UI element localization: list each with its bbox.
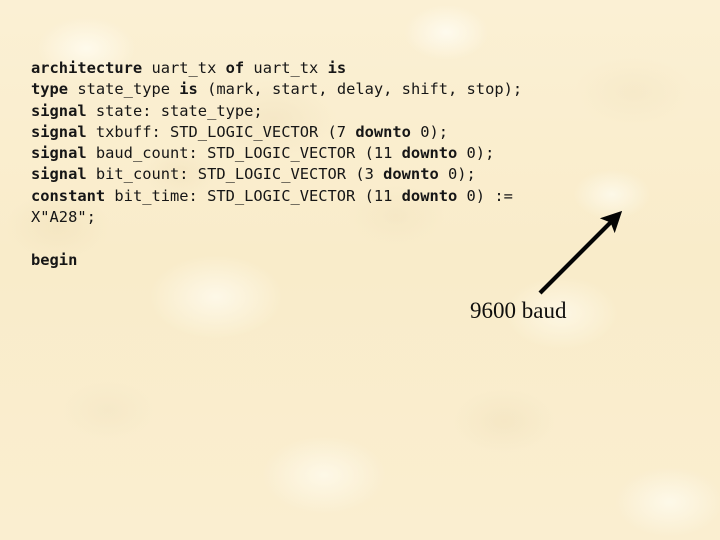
code-text: (mark, start, delay, shift, stop);: [197, 80, 523, 99]
slide-canvas: architecture uart_tx of uart_tx is type s…: [0, 0, 720, 540]
code-keyword: signal: [31, 144, 87, 163]
code-keyword: of: [225, 59, 245, 77]
code-text: state_type: [68, 80, 180, 99]
code-keyword: constant: [31, 186, 106, 205]
code-line: signal txbuff: STD_LOGIC_VECTOR (7 downt…: [31, 122, 522, 143]
code-text: state: state_type;: [86, 101, 263, 120]
code-line: signal bit_count: STD_LOGIC_VECTOR (3 do…: [31, 164, 522, 185]
code-keyword: is: [179, 80, 198, 99]
annotation-label-baud-rate: 9600 baud: [470, 298, 567, 323]
code-line: constant bit_time: STD_LOGIC_VECTOR (11 …: [31, 186, 522, 207]
code-keyword: type: [31, 80, 69, 99]
code-keyword: signal: [31, 122, 87, 141]
code-begin-keyword: begin: [31, 251, 78, 269]
code-text: 0);: [438, 165, 476, 184]
code-text: 0) :=: [457, 186, 513, 205]
code-keyword: downto: [401, 144, 458, 163]
code-line: architecture uart_tx of uart_tx is: [31, 58, 522, 79]
code-keyword: signal: [31, 165, 87, 184]
code-text: 0);: [410, 122, 449, 141]
arrow-up-right-icon: [538, 210, 623, 295]
code-text: X"A28";: [31, 208, 96, 227]
code-line: type state_type is (mark, start, delay, …: [31, 79, 522, 100]
code-text: bit_count: STD_LOGIC_VECTOR (3: [86, 165, 384, 184]
code-text: bit_time: STD_LOGIC_VECTOR (11: [105, 186, 402, 205]
code-line: signal state: state_type;: [31, 101, 522, 122]
code-text: txbuff: STD_LOGIC_VECTOR (7: [86, 122, 356, 141]
code-line: signal baud_count: STD_LOGIC_VECTOR (11 …: [31, 143, 522, 164]
code-keyword: downto: [355, 122, 411, 141]
code-text: baud_count: STD_LOGIC_VECTOR (11: [86, 144, 402, 163]
code-text: uart_tx: [142, 59, 226, 77]
code-keyword: downto: [383, 165, 439, 184]
code-keyword: signal: [31, 101, 87, 120]
vhdl-code-block: architecture uart_tx of uart_tx is type s…: [31, 58, 522, 228]
code-text: uart_tx: [244, 59, 328, 77]
code-line: X"A28";: [31, 207, 522, 228]
code-keyword: is: [327, 59, 347, 77]
code-keyword: downto: [401, 186, 458, 205]
code-keyword: architecture: [31, 59, 143, 77]
code-text: 0);: [457, 144, 495, 163]
